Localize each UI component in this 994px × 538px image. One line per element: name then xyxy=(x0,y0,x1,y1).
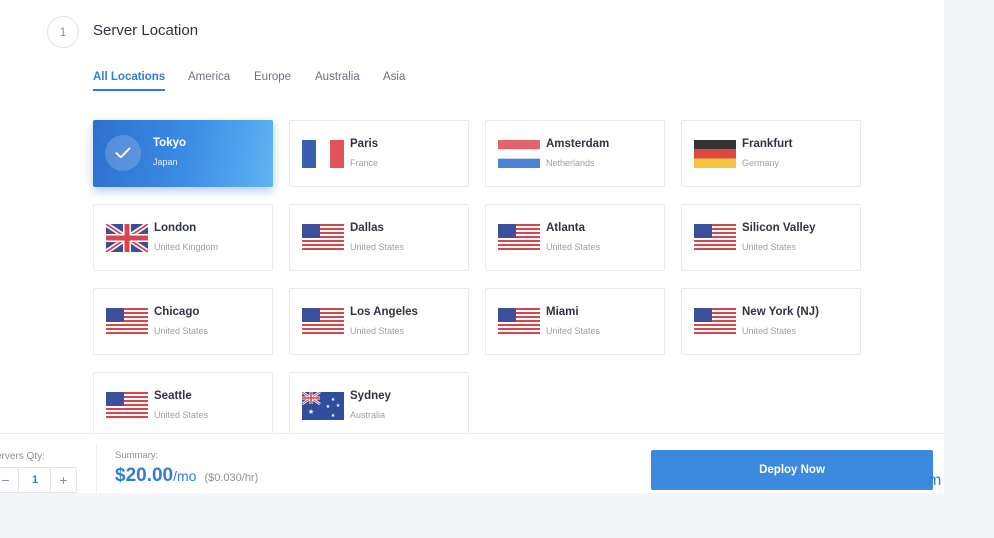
deploy-bar: ervers Qty: − 1 + Summary: $20.00/mo ($0.… xyxy=(0,433,944,494)
us-flag-icon xyxy=(302,224,344,252)
edge-text-fragment: m xyxy=(928,472,942,489)
location-city: Amsterdam xyxy=(546,138,610,150)
location-card-dallas[interactable]: Dallas United States xyxy=(289,204,469,271)
location-card-london[interactable]: London United Kingdom xyxy=(93,204,273,271)
servers-qty-label: ervers Qty: xyxy=(0,451,45,462)
us-flag-icon xyxy=(694,224,736,252)
us-flag-icon xyxy=(498,224,540,252)
qty-decrement-button[interactable]: − xyxy=(0,468,19,492)
uk-flag-icon xyxy=(106,224,148,252)
location-city: Frankfurt xyxy=(742,138,793,150)
location-country: Australia xyxy=(350,410,386,420)
qty-value[interactable]: 1 xyxy=(19,468,51,492)
us-flag-icon xyxy=(106,392,148,420)
location-card-tokyo[interactable]: Tokyo Japan xyxy=(93,120,273,187)
location-card-sydney[interactable]: ★ ★ ★ ★ ★ Sydney Australia xyxy=(289,372,469,439)
price-summary: $20.00/mo ($0.030/hr) xyxy=(115,465,258,487)
france-flag-icon xyxy=(302,140,344,168)
deploy-now-button[interactable]: Deploy Now xyxy=(651,450,933,490)
location-card-amsterdam[interactable]: Amsterdam Netherlands xyxy=(485,120,665,187)
location-city: Sydney xyxy=(350,390,391,402)
location-city: Tokyo xyxy=(153,137,187,149)
location-country: United States xyxy=(154,410,209,420)
location-city: Los Angeles xyxy=(350,306,418,318)
location-country: United States xyxy=(154,326,209,336)
location-city: Chicago xyxy=(154,306,200,318)
location-card-frankfurt[interactable]: Frankfurt Germany xyxy=(681,120,861,187)
location-card-silicon-valley[interactable]: Silicon Valley United States xyxy=(681,204,861,271)
location-country: France xyxy=(350,158,379,168)
australia-flag-icon: ★ ★ ★ ★ ★ xyxy=(302,392,344,420)
svg-text:★: ★ xyxy=(331,413,336,419)
location-city: Silicon Valley xyxy=(742,222,816,234)
location-country: United States xyxy=(546,326,601,336)
svg-text:★: ★ xyxy=(326,404,331,410)
us-flag-icon xyxy=(106,308,148,336)
location-country: Netherlands xyxy=(546,158,595,168)
hourly-price: ($0.030/hr) xyxy=(204,472,259,484)
location-city: London xyxy=(154,222,197,234)
location-country: Germany xyxy=(742,158,780,168)
netherlands-flag-icon xyxy=(498,140,540,168)
us-flag-icon xyxy=(498,308,540,336)
divider xyxy=(96,444,97,494)
us-flag-icon xyxy=(302,308,344,336)
germany-flag-icon xyxy=(694,140,736,168)
location-country: United States xyxy=(742,326,797,336)
svg-text:★: ★ xyxy=(336,403,341,409)
location-card-los-angeles[interactable]: Los Angeles United States xyxy=(289,288,469,355)
check-icon xyxy=(105,135,141,171)
servers-qty-stepper: − 1 + xyxy=(0,467,77,493)
location-card-chicago[interactable]: Chicago United States xyxy=(93,288,273,355)
tab-america[interactable]: America xyxy=(188,71,230,89)
server-location-panel: 1 Server Location All Locations America … xyxy=(0,0,944,439)
location-city: Miami xyxy=(546,306,579,318)
step-number-badge: 1 xyxy=(47,16,79,48)
location-card-miami[interactable]: Miami United States xyxy=(485,288,665,355)
location-city: New York (NJ) xyxy=(742,306,819,318)
section-title: Server Location xyxy=(93,22,199,39)
price-unit: /mo xyxy=(173,468,197,484)
us-flag-icon xyxy=(694,308,736,336)
tab-all-locations[interactable]: All Locations xyxy=(93,71,166,91)
location-country: United States xyxy=(546,242,601,252)
location-card-atlanta[interactable]: Atlanta United States xyxy=(485,204,665,271)
tab-australia[interactable]: Australia xyxy=(315,71,360,89)
location-country: United States xyxy=(350,242,405,252)
monthly-price: $20.00 xyxy=(115,465,174,486)
location-country: United Kingdom xyxy=(154,242,219,252)
location-city: Dallas xyxy=(350,222,384,234)
location-country: Japan xyxy=(153,157,178,167)
location-card-new-york[interactable]: New York (NJ) United States xyxy=(681,288,861,355)
tab-europe[interactable]: Europe xyxy=(254,71,291,89)
qty-increment-button[interactable]: + xyxy=(50,468,76,492)
summary-label: Summary: xyxy=(115,450,159,461)
location-card-seattle[interactable]: Seattle United States xyxy=(93,372,273,439)
location-city: Paris xyxy=(350,138,379,150)
svg-text:★: ★ xyxy=(308,408,314,416)
tab-asia[interactable]: Asia xyxy=(383,71,405,89)
location-city: Seattle xyxy=(154,390,192,402)
location-country: United States xyxy=(350,326,405,336)
location-city: Atlanta xyxy=(546,222,585,234)
location-card-paris[interactable]: Paris France xyxy=(289,120,469,187)
location-country: United States xyxy=(742,242,797,252)
